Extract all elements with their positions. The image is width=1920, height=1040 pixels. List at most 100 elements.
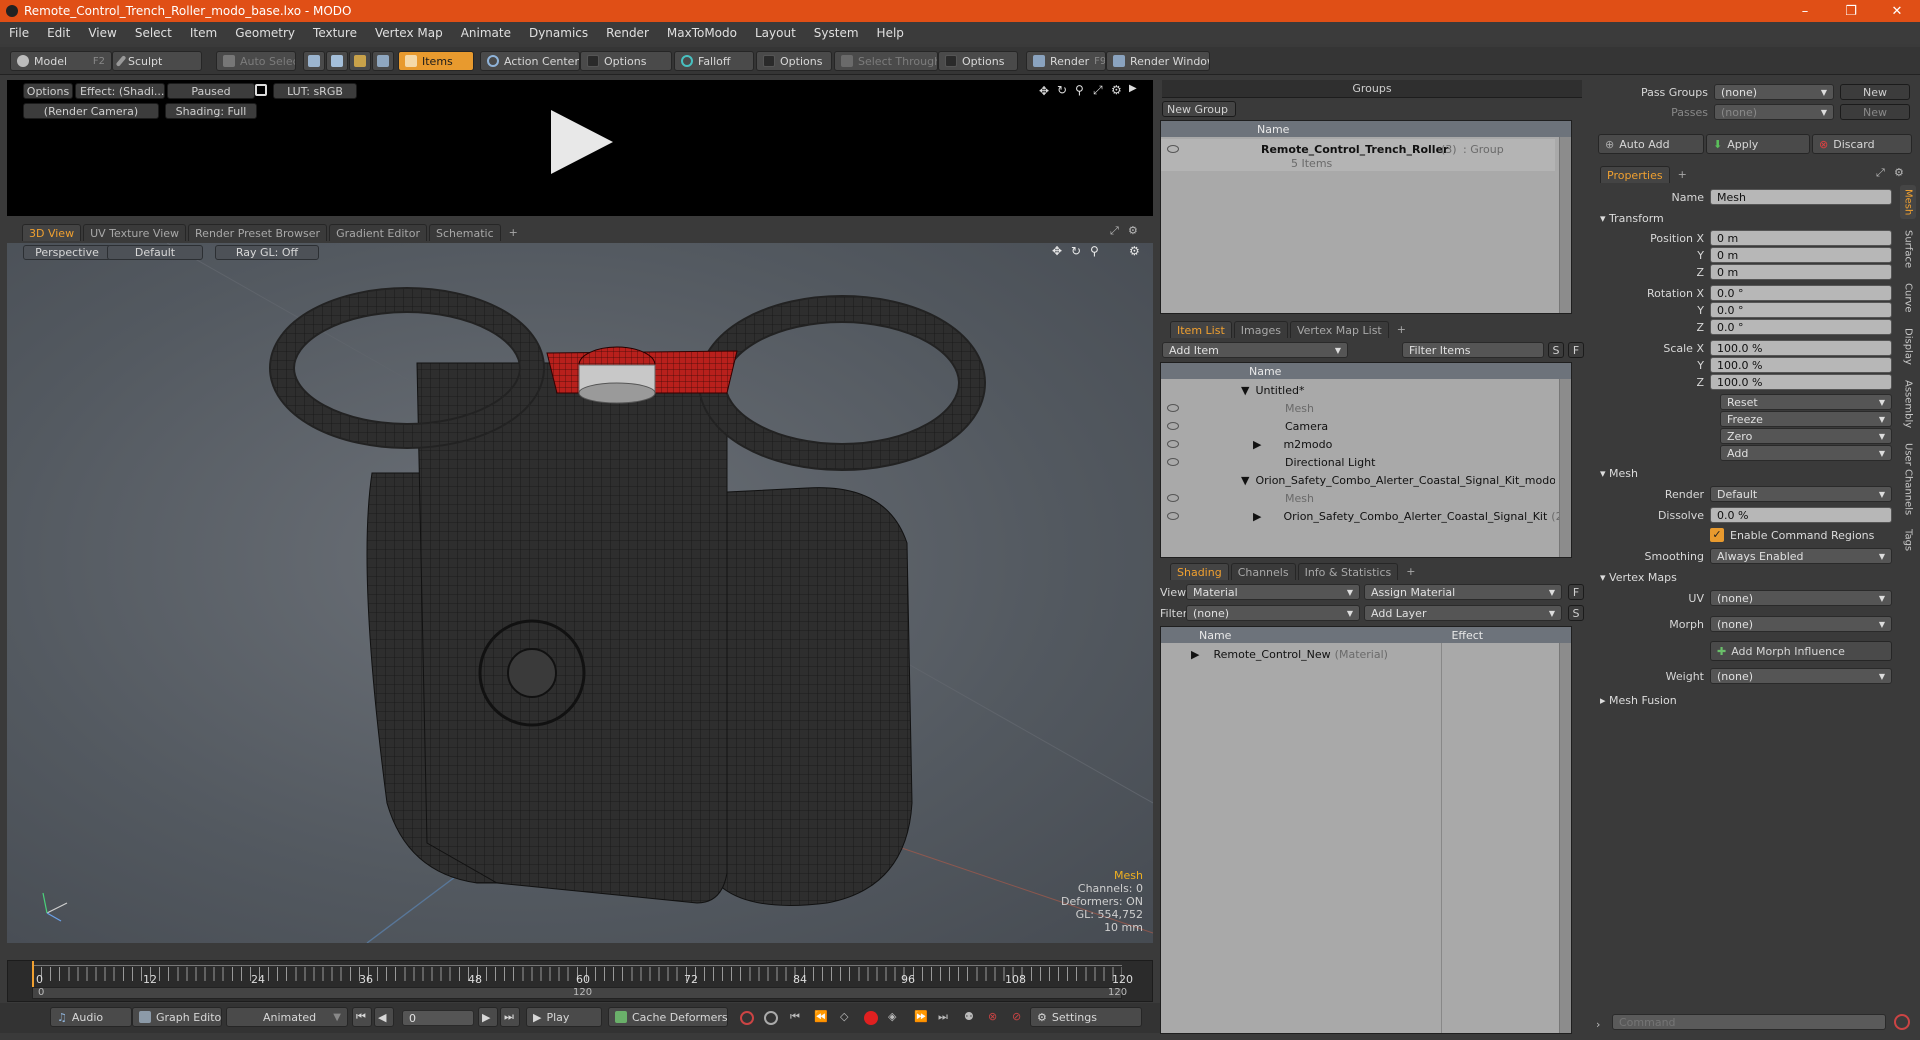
scale-y-field[interactable]: 100.0 % [1710, 357, 1892, 373]
list-item[interactable]: ▶ Orion_Safety_Combo_Alerter_Coastal_Sign… [1161, 507, 1567, 525]
shading-f-button[interactable]: F [1568, 584, 1584, 600]
render-options-button[interactable]: Options [23, 83, 73, 99]
scrollbar[interactable] [1559, 379, 1571, 557]
eye-icon[interactable] [1167, 494, 1179, 502]
effect-dropdown[interactable]: Effect: (Shadi... [75, 83, 165, 99]
action-center-button[interactable]: Action Center [480, 51, 580, 71]
key-filter-icon[interactable]: ◈ [888, 1010, 896, 1023]
timeline-playhead[interactable] [32, 961, 34, 987]
settings-button[interactable]: ⚙ Settings [1030, 1007, 1142, 1027]
mesh-fusion-section[interactable]: ▸ Mesh Fusion [1600, 694, 1677, 707]
eye-icon[interactable] [1167, 422, 1179, 430]
move-icon[interactable]: ✥ [1052, 244, 1062, 258]
expand-icon[interactable]: ⤢ [1110, 224, 1119, 238]
list-item[interactable]: Camera [1161, 417, 1555, 435]
list-item[interactable]: Mesh [1161, 399, 1555, 417]
viewport-style-dropdown[interactable]: Default [107, 245, 203, 260]
lut-dropdown[interactable]: LUT: sRGB [273, 83, 357, 99]
assign-material-dropdown[interactable]: Assign Material ▼ [1364, 584, 1562, 600]
position-x-field[interactable]: 0 m [1710, 230, 1892, 246]
filter-items-input[interactable]: Filter Items [1402, 342, 1544, 358]
menu-dynamics[interactable]: Dynamics [520, 26, 597, 40]
tab-render-preset-browser[interactable]: Render Preset Browser [188, 224, 328, 241]
key-next-icon[interactable]: ⏭ [938, 1010, 948, 1024]
minimize-button[interactable]: – [1782, 0, 1828, 22]
menu-item[interactable]: Item [181, 26, 226, 40]
list-item[interactable]: ▶ m2modo [1161, 435, 1555, 453]
tab-info-statistics[interactable]: Info & Statistics [1297, 563, 1399, 580]
add-tab-icon[interactable]: + [1672, 166, 1693, 183]
record-key-icon[interactable] [740, 1011, 754, 1025]
pass-groups-dropdown[interactable]: (none) ▼ [1714, 84, 1834, 100]
stop-command-icon[interactable] [1894, 1014, 1910, 1030]
add-tab-icon[interactable]: + [503, 224, 524, 241]
side-tab-assembly[interactable]: Assembly [1900, 375, 1916, 433]
smoothing-dropdown[interactable]: Always Enabled ▼ [1710, 548, 1892, 564]
enable-command-regions-checkbox[interactable]: ✓ [1710, 528, 1724, 542]
clear-keys-icon[interactable]: ⊘ [1012, 1010, 1021, 1023]
falloff-options-button[interactable]: Options [756, 51, 832, 71]
discard-button[interactable]: ⊗ Discard [1812, 134, 1912, 154]
tab-schematic[interactable]: Schematic [429, 224, 501, 241]
item-filter-f-button[interactable]: F [1568, 342, 1584, 358]
3d-viewport[interactable] [7, 243, 1153, 943]
falloff-button[interactable]: Falloff [674, 51, 754, 71]
rotation-y-field[interactable]: 0.0 ° [1710, 302, 1892, 318]
uv-dropdown[interactable]: (none) ▼ [1710, 590, 1892, 606]
menu-help[interactable]: Help [868, 26, 913, 40]
rotate-icon[interactable]: ↻ [1057, 83, 1067, 97]
shading-s-button[interactable]: S [1568, 605, 1584, 621]
new-pass-button[interactable]: New [1840, 104, 1910, 120]
expand-icon[interactable]: ⤢ [1876, 166, 1885, 180]
reset-dropdown[interactable]: Reset ▼ [1720, 394, 1892, 410]
rotation-x-field[interactable]: 0.0 ° [1710, 285, 1892, 301]
side-tab-user-channels[interactable]: User Channels [1900, 439, 1916, 519]
play-small-icon[interactable]: ▶ [1129, 83, 1137, 94]
raygl-dropdown[interactable]: Ray GL: Off [215, 245, 319, 260]
eye-icon[interactable] [1167, 512, 1179, 520]
groups-list[interactable]: Name Remote_Control_Trench_Roller (3) : … [1160, 120, 1572, 314]
close-button[interactable]: ✕ [1874, 0, 1920, 22]
render-window-button[interactable]: Render Window [1106, 51, 1210, 71]
move-icon[interactable]: ✥ [1039, 84, 1049, 98]
key-icon[interactable]: ◇ [840, 1010, 848, 1023]
name-field[interactable]: Mesh [1710, 189, 1892, 205]
shading-dropdown[interactable]: Shading: Full [165, 103, 257, 119]
prev-frame-button[interactable]: ◀ [374, 1007, 394, 1027]
graph-editor-button[interactable]: Graph Editor [132, 1007, 222, 1027]
audio-button[interactable]: ♫ Audio [50, 1007, 132, 1027]
shader-tree[interactable]: Name Effect ▶ Remote_Control_New (Material) [1160, 626, 1572, 1034]
cache-deformers-button[interactable]: Cache Deformers [608, 1007, 728, 1027]
item-filter-s-button[interactable]: S [1548, 342, 1564, 358]
sculpt-mode-button[interactable]: Sculpt [112, 51, 202, 71]
frame-input[interactable]: 0 [402, 1010, 474, 1026]
command-input[interactable] [1612, 1014, 1886, 1030]
weight-dropdown[interactable]: (none) ▼ [1710, 668, 1892, 684]
model-mode-button[interactable]: Model F2 [10, 51, 112, 71]
perspective-dropdown[interactable]: Perspective [23, 245, 111, 260]
menu-animate[interactable]: Animate [452, 26, 520, 40]
list-item[interactable]: Directional Light [1161, 453, 1555, 471]
eye-icon[interactable] [1167, 404, 1179, 412]
group-row[interactable]: Remote_Control_Trench_Roller (3) : Group… [1161, 139, 1555, 171]
tab-shading[interactable]: Shading [1170, 563, 1229, 580]
key-back-icon[interactable]: ⏪ [814, 1010, 828, 1023]
record-icon[interactable] [864, 1011, 878, 1025]
scale-x-field[interactable]: 100.0 % [1710, 340, 1892, 356]
side-tab-mesh[interactable]: Mesh [1900, 185, 1916, 219]
gear-icon[interactable]: ⚙ [1894, 166, 1904, 179]
tab-item-list[interactable]: Item List [1170, 321, 1232, 338]
render-play-icon[interactable] [551, 110, 613, 174]
add-morph-influence-button[interactable]: ✚ Add Morph Influence [1710, 641, 1892, 661]
render-camera-dropdown[interactable]: (Render Camera) [23, 103, 159, 119]
tab-channels[interactable]: Channels [1230, 563, 1296, 580]
tab-vertex-map-list[interactable]: Vertex Map List [1289, 321, 1389, 338]
last-frame-button[interactable]: ⏭ [500, 1007, 520, 1027]
action-center-options-button[interactable]: Options [580, 51, 672, 71]
scrollbar[interactable] [1559, 643, 1571, 1033]
vertex-maps-section[interactable]: ▾ Vertex Maps [1600, 571, 1677, 584]
paused-button[interactable]: Paused [167, 83, 255, 99]
menu-render[interactable]: Render [597, 26, 658, 40]
vertices-mode-button[interactable] [303, 51, 325, 71]
tab-uv-texture-view[interactable]: UV Texture View [83, 224, 187, 241]
